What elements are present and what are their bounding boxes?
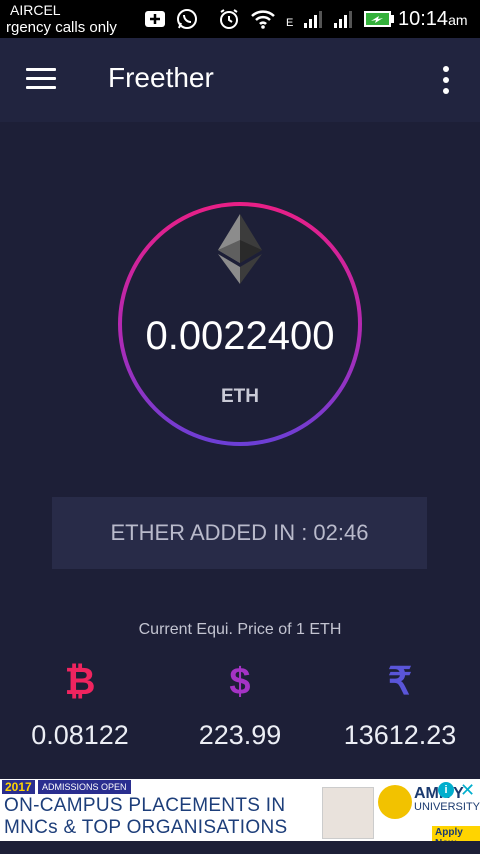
app-bar: Freether xyxy=(0,38,480,122)
inr-value: 13612.23 xyxy=(343,720,457,750)
carrier-name: AIRCEL xyxy=(10,2,61,18)
bottom-strip xyxy=(0,841,480,854)
ad-year: 2017 xyxy=(2,780,35,794)
ad-image xyxy=(322,787,374,839)
rupee-icon: ₹ xyxy=(387,661,413,703)
signal-icon-2 xyxy=(334,11,353,28)
status-icons: E xyxy=(144,6,395,32)
usd-price: $ 223.99 xyxy=(160,660,320,751)
usd-value: 223.99 xyxy=(198,720,282,750)
inr-price: ₹ 13612.23 xyxy=(320,660,480,751)
balance-unit: ETH xyxy=(221,386,259,407)
menu-button[interactable] xyxy=(26,68,56,90)
app-title: Freether xyxy=(108,62,214,93)
signal-icon xyxy=(304,11,323,28)
notification-plus-icon xyxy=(145,11,165,27)
ad-close-icon[interactable]: ✕ xyxy=(460,780,475,801)
ad-info-icon[interactable]: i xyxy=(438,782,454,798)
wifi-icon xyxy=(251,10,275,29)
whatsapp-icon xyxy=(177,9,197,29)
ad-headline-2: MNCs & TOP ORGANISATIONS xyxy=(4,817,288,838)
eth-balance: 0.0022400 xyxy=(145,314,335,358)
more-options-button[interactable] xyxy=(438,66,454,96)
ad-headline-1: ON-CAMPUS PLACEMENTS IN xyxy=(4,795,286,816)
bitcoin-icon: ₿ xyxy=(64,661,96,703)
alarm-icon xyxy=(220,9,238,29)
bitcoin-price: ₿ 0.08122 xyxy=(0,660,160,751)
ad-logo-icon xyxy=(378,785,412,819)
price-label: Current Equi. Price of 1 ETH xyxy=(138,621,342,638)
ad-banner[interactable]: 2017 ADMISSIONS OPEN ON-CAMPUS PLACEMENT… xyxy=(0,779,480,841)
ad-brand-sub: UNIVERSITY xyxy=(414,801,480,813)
bitcoin-value: 0.08122 xyxy=(31,720,129,750)
ethereum-icon xyxy=(218,214,262,284)
network-type-icon: E xyxy=(286,17,294,29)
dollar-icon: $ xyxy=(229,661,251,703)
battery-charging-icon xyxy=(364,11,395,27)
ad-apply-button[interactable]: Apply Now xyxy=(432,826,480,841)
status-bar: AIRCEL rgency calls only E 10:14am xyxy=(0,0,480,38)
emergency-text: rgency calls only xyxy=(6,19,117,36)
ether-timer-box: ETHER ADDED IN : 02:46 xyxy=(52,497,427,569)
ad-tag: ADMISSIONS OPEN xyxy=(38,780,131,794)
clock: 10:14am xyxy=(398,8,468,30)
ether-timer-text: ETHER ADDED IN : 02:46 xyxy=(110,520,369,545)
